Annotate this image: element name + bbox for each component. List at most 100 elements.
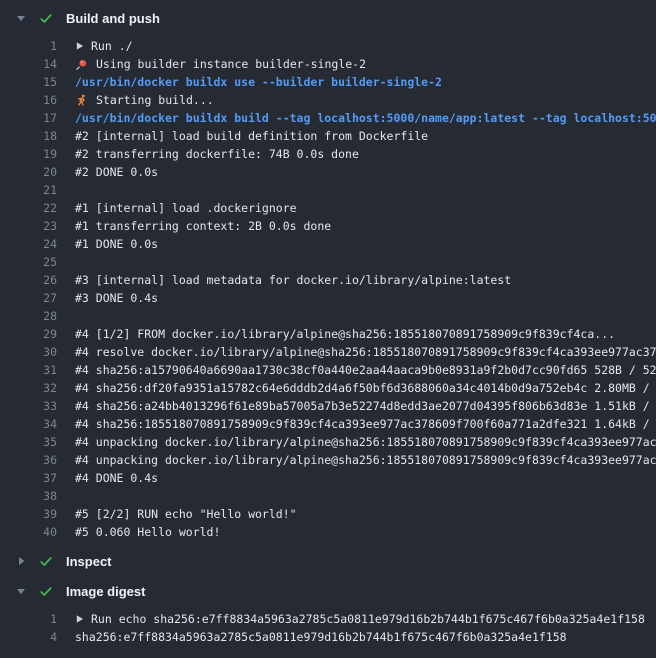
section-header-image-digest[interactable]: Image digest	[0, 581, 656, 601]
line-number[interactable]: 23	[0, 217, 57, 235]
line-number[interactable]: 18	[0, 127, 57, 145]
log-line: 29#4 [1/2] FROM docker.io/library/alpine…	[0, 325, 656, 343]
log-text: #4 sha256:a15790640a6690aa1730c38cf0a440…	[75, 361, 656, 379]
log-line-text: #4 DONE 0.4s	[57, 469, 158, 487]
check-icon	[39, 554, 53, 569]
log-text: #2 transferring dockerfile: 74B 0.0s don…	[75, 145, 359, 163]
chevron-down-icon[interactable]	[16, 586, 26, 596]
line-number[interactable]: 14	[0, 55, 57, 73]
log-line: 1 Run echo sha256:e7ff8834a5963a2785c5a08…	[0, 610, 656, 628]
section-title: Image digest	[66, 584, 145, 599]
log-line: 39#5 [2/2] RUN echo "Hello world!"	[0, 505, 656, 523]
line-number[interactable]: 15	[0, 73, 57, 91]
log-line-text	[57, 307, 75, 325]
log-text: Run ./	[91, 37, 133, 55]
log-line: 19 #2 transferring dockerfile: 74B 0.0s d…	[0, 145, 656, 163]
run-expander-icon[interactable]	[75, 614, 84, 624]
log-line: 20#2 DONE 0.0s	[0, 163, 656, 181]
log-line-command-text: /usr/bin/docker buildx build --tag local…	[57, 109, 656, 127]
log-line-text: Run echo sha256:e7ff8834a5963a2785c5a081…	[57, 610, 645, 628]
log-line-text: Starting build...	[57, 91, 214, 109]
log-line-text: #4 [1/2] FROM docker.io/library/alpine@s…	[57, 325, 615, 343]
log-line-text: #4 sha256:a15790640a6690aa1730c38cf0a440…	[57, 361, 656, 379]
log-line: 38	[0, 487, 656, 505]
log-text: #1 DONE 0.0s	[75, 235, 158, 253]
log-line: 27#3 DONE 0.4s	[0, 289, 656, 307]
chevron-right-icon[interactable]	[16, 556, 26, 566]
log-line: 22#1 [internal] load .dockerignore	[0, 199, 656, 217]
line-number[interactable]: 38	[0, 487, 57, 505]
section-header-inspect[interactable]: Inspect	[0, 551, 656, 571]
log-line-command-text: /usr/bin/docker buildx use --builder bui…	[57, 73, 442, 91]
line-number[interactable]: 39	[0, 505, 57, 523]
log-line: 31 #4 sha256:a15790640a6690aa1730c38cf0a4…	[0, 361, 656, 379]
check-icon	[39, 11, 53, 26]
log-text: #3 [internal] load metadata for docker.i…	[75, 271, 511, 289]
log-text: #4 resolve docker.io/library/alpine@sha2…	[75, 343, 656, 361]
line-number[interactable]: 1	[0, 610, 57, 628]
log-line-text	[57, 181, 75, 199]
log-line-text: #4 unpacking docker.io/library/alpine@sh…	[57, 451, 656, 469]
section-header-build-and-push[interactable]: Build and push	[0, 8, 656, 28]
line-number[interactable]: 16	[0, 91, 57, 109]
log-line: 34 #4 sha256:185518070891758909c9f839cf4c…	[0, 415, 656, 433]
log-line-text: Using builder instance builder-single-2	[57, 55, 366, 73]
log-line-text	[57, 253, 75, 271]
check-icon	[39, 584, 53, 599]
log-line-text: #2 DONE 0.0s	[57, 163, 158, 181]
log-line: 14 Using builder instance builder-single-…	[0, 55, 656, 73]
log-line-text: #4 sha256:a24bb4013296f61e89ba57005a7b3e…	[57, 397, 656, 415]
run-expander-icon[interactable]	[75, 41, 84, 51]
chevron-down-icon[interactable]	[16, 13, 26, 23]
line-number[interactable]: 21	[0, 181, 57, 199]
log-line: 32#4 sha256:df20fa9351a15782c64e6dddb2d4…	[0, 379, 656, 397]
log-line: 33 #4 sha256:a24bb4013296f61e89ba57005a7b…	[0, 397, 656, 415]
line-number[interactable]: 31	[0, 361, 57, 379]
line-number[interactable]: 25	[0, 253, 57, 271]
log-line: 18#2 [internal] load build definition fr…	[0, 127, 656, 145]
log-line: 40#5 0.060 Hello world!	[0, 523, 656, 541]
log-line-text: #2 transferring dockerfile: 74B 0.0s don…	[57, 145, 359, 163]
line-number[interactable]: 26	[0, 271, 57, 289]
line-number[interactable]: 19	[0, 145, 57, 163]
log-text: Run echo sha256:e7ff8834a5963a2785c5a081…	[91, 610, 645, 628]
line-number[interactable]: 4	[0, 628, 57, 646]
log-text: /usr/bin/docker buildx build --tag local…	[75, 109, 656, 127]
log-line: 36 #4 unpacking docker.io/library/alpine@…	[0, 451, 656, 469]
line-number[interactable]: 20	[0, 163, 57, 181]
line-number[interactable]: 36	[0, 451, 57, 469]
line-number[interactable]: 17	[0, 109, 57, 127]
log-line-text: Run ./	[57, 37, 133, 55]
log-lines-image-digest: 1 Run echo sha256:e7ff8834a5963a2785c5a08…	[0, 610, 656, 646]
line-number[interactable]: 35	[0, 433, 57, 451]
log-lines-build-and-push: 1 Run ./ 14 Using builder instance builder-…	[0, 37, 656, 541]
line-number[interactable]: 1	[0, 37, 57, 55]
line-number[interactable]: 28	[0, 307, 57, 325]
line-number[interactable]: 27	[0, 289, 57, 307]
line-number[interactable]: 24	[0, 235, 57, 253]
log-line: 37#4 DONE 0.4s	[0, 469, 656, 487]
log-line-text: #3 DONE 0.4s	[57, 289, 158, 307]
log-line-text: #5 [2/2] RUN echo "Hello world!"	[57, 505, 297, 523]
line-number[interactable]: 40	[0, 523, 57, 541]
log-line-text: #5 0.060 Hello world!	[57, 523, 220, 541]
line-number[interactable]: 32	[0, 379, 57, 397]
log-text: #4 unpacking docker.io/library/alpine@sh…	[75, 451, 656, 469]
log-line: 25	[0, 253, 656, 271]
line-number[interactable]: 29	[0, 325, 57, 343]
line-number[interactable]: 34	[0, 415, 57, 433]
log-text: sha256:e7ff8834a5963a2785c5a0811e979d16b…	[75, 628, 567, 646]
line-number[interactable]: 30	[0, 343, 57, 361]
log-line-text: sha256:e7ff8834a5963a2785c5a0811e979d16b…	[57, 628, 567, 646]
log-line-text	[57, 487, 75, 505]
line-number[interactable]: 37	[0, 469, 57, 487]
actions-log-view: Build and push1Run ./14Using builder ins…	[0, 8, 656, 646]
line-number[interactable]: 33	[0, 397, 57, 415]
log-text: #4 sha256:185518070891758909c9f839cf4ca3…	[75, 415, 656, 433]
line-number[interactable]: 22	[0, 199, 57, 217]
log-text: Using builder instance builder-single-2	[96, 55, 366, 73]
section-title: Inspect	[66, 554, 112, 569]
log-line: 16Starting build...	[0, 91, 656, 109]
log-text: #4 sha256:a24bb4013296f61e89ba57005a7b3e…	[75, 397, 656, 415]
log-line-text: #4 sha256:df20fa9351a15782c64e6dddb2d4a6…	[57, 379, 656, 397]
